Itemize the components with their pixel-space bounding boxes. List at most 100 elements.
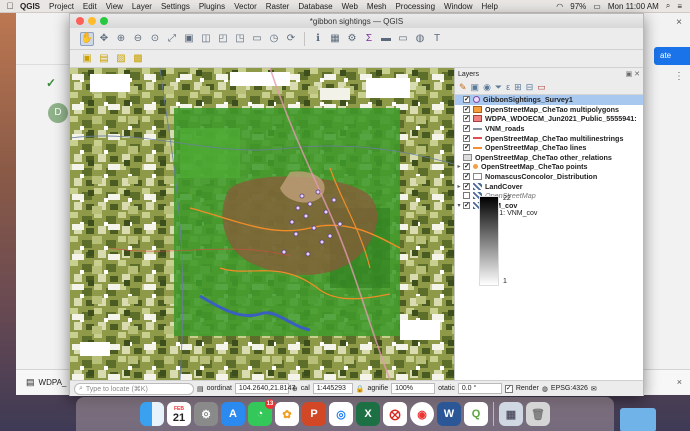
preview-icon[interactable]: ▦: [499, 402, 523, 426]
eye-icon[interactable]: ◉: [483, 82, 491, 93]
statistics-sigma-icon[interactable]: Σ: [362, 32, 376, 46]
zoom-last-icon[interactable]: ◰: [216, 32, 230, 46]
layer-row[interactable]: OpenStreetMap_CheTao multipolygons: [455, 105, 643, 115]
more-icon[interactable]: ⋮: [674, 71, 684, 82]
crs-button[interactable]: EPSG:4326: [551, 385, 588, 392]
select-feature-icon[interactable]: ▦: [328, 32, 342, 46]
layer-visibility-checkbox[interactable]: [463, 201, 470, 209]
settings-gear-icon[interactable]: ⚙: [345, 32, 359, 46]
render-checkbox[interactable]: ✓: [504, 384, 513, 393]
zoom-out-icon[interactable]: ⊖: [131, 32, 145, 46]
layer-visibility-checkbox[interactable]: [463, 105, 470, 113]
locator-search-input[interactable]: ⌕ Type to locate (⌘K): [74, 382, 194, 395]
layer-row[interactable]: VNM_roads: [455, 124, 643, 134]
app-store-icon[interactable]: A: [221, 402, 245, 426]
chrome-icon[interactable]: ◉: [410, 402, 434, 426]
pan-tool-icon[interactable]: ✋: [80, 31, 94, 46]
menu-layer[interactable]: Layer: [132, 2, 152, 11]
layer-row[interactable]: ▸ OpenStreetMap_CheTao points: [455, 162, 643, 172]
minimize-window-button[interactable]: [88, 17, 96, 25]
filter-expression-icon[interactable]: ε: [506, 82, 510, 92]
refresh-icon[interactable]: ⟳: [284, 32, 298, 46]
battery-icon[interactable]: ▭: [593, 2, 601, 11]
lock-scale-icon[interactable]: 🔒: [356, 385, 365, 393]
map-tips-icon[interactable]: ◍: [413, 32, 427, 46]
coordinate-field[interactable]: 104.2640,21.8147: [234, 383, 295, 394]
text-annotation-icon[interactable]: T: [430, 32, 444, 46]
move-label-icon[interactable]: ▩: [131, 52, 145, 66]
zoom-layer-icon[interactable]: ◫: [199, 32, 213, 46]
layer-visibility-checkbox[interactable]: [463, 144, 470, 152]
select-by-area-icon[interactable]: ▣: [80, 52, 94, 66]
apple-menu-icon[interactable]: : [0, 1, 20, 11]
search-icon[interactable]: ⌕: [666, 1, 670, 11]
download-item[interactable]: WDPA_: [39, 378, 67, 387]
acrobat-icon[interactable]: ⨂: [383, 402, 407, 426]
control-center-icon[interactable]: ≡: [677, 2, 682, 11]
menu-vector[interactable]: Vector: [234, 2, 257, 11]
messages-icon[interactable]: ◔ 13: [248, 399, 275, 426]
zoom-selection-icon[interactable]: ▣: [182, 32, 196, 46]
layer-row[interactable]: NomascusConcolor_Distribution: [455, 172, 643, 182]
layer-row[interactable]: GibbonSightings_Survey1: [455, 95, 643, 105]
menu-edit[interactable]: Edit: [83, 2, 97, 11]
layer-visibility-checkbox[interactable]: [463, 125, 470, 133]
word-icon[interactable]: W: [437, 402, 461, 426]
measure-ruler-icon[interactable]: ▬: [379, 32, 393, 46]
layer-visibility-checkbox[interactable]: [463, 173, 470, 181]
menu-view[interactable]: View: [106, 2, 123, 11]
qgis-icon[interactable]: Q: [464, 402, 488, 426]
scale-field[interactable]: 1:445293: [312, 383, 353, 394]
safari-icon[interactable]: ◎: [329, 402, 353, 426]
desktop-folder-icon[interactable]: [620, 408, 656, 431]
system-preferences-icon[interactable]: ⚙: [194, 402, 218, 426]
menu-mesh[interactable]: Mesh: [367, 2, 387, 11]
download-bar-close-icon[interactable]: ×: [677, 377, 682, 387]
photos-icon[interactable]: ✿: [275, 402, 299, 426]
new-map-view-icon[interactable]: ▭: [250, 32, 264, 46]
powerpoint-icon[interactable]: P: [302, 402, 326, 426]
layer-row[interactable]: WDPA_WDOECM_Jun2021_Public_5555941:: [455, 114, 643, 124]
panel-float-close-buttons[interactable]: ▣ ✕: [626, 70, 640, 78]
clock[interactable]: Mon 11:00 AM: [608, 2, 659, 11]
menu-settings[interactable]: Settings: [161, 2, 190, 11]
zoom-in-icon[interactable]: ⊕: [114, 32, 128, 46]
layer-row[interactable]: OpenStreetMap_CheTao lines: [455, 143, 643, 153]
menu-plugins[interactable]: Plugins: [199, 2, 225, 11]
collapse-all-icon[interactable]: ⊟: [526, 82, 534, 93]
add-group-icon[interactable]: ▣: [471, 82, 480, 93]
expand-all-icon[interactable]: ⊞: [514, 82, 522, 93]
crs-globe-icon[interactable]: ◍: [542, 385, 548, 393]
rotation-field[interactable]: 0.0 °: [457, 383, 502, 394]
layer-visibility-checkbox[interactable]: [463, 115, 470, 123]
menu-project[interactable]: Project: [49, 2, 74, 11]
expand-toggle-icon[interactable]: ▸: [455, 163, 463, 170]
select-by-expression-icon[interactable]: ▤: [97, 52, 111, 66]
annotation-icon[interactable]: ▭: [396, 32, 410, 46]
app-menu[interactable]: QGIS: [20, 2, 40, 11]
zoom-next-icon[interactable]: ◳: [233, 32, 247, 46]
calendar-icon[interactable]: FEB 21: [167, 402, 191, 426]
wifi-icon[interactable]: ◠: [556, 2, 563, 11]
menu-web[interactable]: Web: [342, 2, 358, 11]
layer-visibility-checkbox[interactable]: [463, 96, 470, 104]
zoom-native-icon[interactable]: ⊙: [148, 32, 162, 46]
expand-toggle-icon[interactable]: ▾: [455, 202, 463, 209]
identify-icon[interactable]: ℹ: [311, 32, 325, 46]
menu-processing[interactable]: Processing: [395, 2, 435, 11]
trash-icon[interactable]: 🗑: [526, 402, 550, 426]
menu-help[interactable]: Help: [482, 2, 498, 11]
finder-icon[interactable]: [140, 402, 164, 426]
browser-close-icon[interactable]: ×: [676, 17, 682, 28]
deselect-all-icon[interactable]: ▨: [114, 52, 128, 66]
layer-row[interactable]: OpenStreetMap_CheTao multilinestrings: [455, 133, 643, 143]
expand-toggle-icon[interactable]: ▸: [455, 183, 463, 190]
close-window-button[interactable]: [76, 17, 84, 25]
remove-layer-icon[interactable]: ▭: [537, 82, 546, 93]
pan-to-selection-icon[interactable]: ✥: [97, 32, 111, 46]
temporal-controller-icon[interactable]: ◷: [267, 32, 281, 46]
filter-icon[interactable]: ⏷: [495, 82, 502, 93]
style-paint-icon[interactable]: ✎: [459, 82, 467, 93]
zoom-full-icon[interactable]: ⤢: [165, 32, 179, 46]
layer-row[interactable]: OpenStreetMap_CheTao other_relations: [455, 153, 643, 163]
